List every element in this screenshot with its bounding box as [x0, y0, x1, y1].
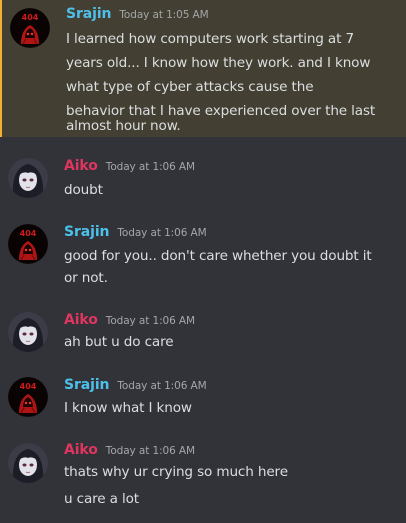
message-text: years old... I know how they work. and I…	[66, 55, 371, 71]
message-item[interactable]: 404 Srajin Today at 1:06 AM good for you…	[0, 216, 406, 298]
svg-text:404: 404	[20, 382, 37, 391]
message-item[interactable]: Aiko Today at 1:06 AM doubt	[0, 150, 406, 210]
aiko-avatar-icon[interactable]	[8, 443, 48, 483]
message-text: u care a lot	[64, 491, 139, 507]
message-item[interactable]: Aiko Today at 1:06 AM thats why ur cryin…	[0, 435, 406, 523]
svg-text:404: 404	[22, 13, 39, 22]
author-name[interactable]: Srajin	[66, 6, 112, 22]
author-name[interactable]: Srajin	[64, 224, 110, 240]
message-text: almost hour now.	[66, 118, 181, 134]
author-name[interactable]: Aiko	[64, 312, 98, 328]
srajin-avatar-icon[interactable]: 404	[8, 224, 48, 264]
message-timestamp: Today at 1:06 AM	[117, 227, 207, 239]
message-text: what type of cyber attacks cause the	[66, 79, 314, 95]
author-name[interactable]: Aiko	[64, 158, 98, 174]
message-text: I learned how computers work starting at…	[66, 31, 354, 47]
aiko-avatar-icon[interactable]	[8, 158, 48, 198]
message-timestamp: Today at 1:06 AM	[105, 445, 195, 457]
author-name[interactable]: Aiko	[64, 442, 98, 458]
message-text: or not.	[64, 270, 108, 286]
message-timestamp: Today at 1:06 AM	[117, 380, 207, 392]
srajin-avatar-icon[interactable]: 404	[10, 8, 50, 48]
message-item[interactable]: 404 Srajin Today at 1:05 AM I learned ho…	[0, 0, 406, 137]
message-text: I know what I know	[64, 400, 192, 416]
message-timestamp: Today at 1:05 AM	[119, 9, 209, 21]
chat-messages: 404 Srajin Today at 1:05 AM I learned ho…	[0, 0, 406, 523]
message-text: thats why ur crying so much here	[64, 464, 288, 480]
message-timestamp: Today at 1:06 AM	[105, 161, 195, 173]
aiko-avatar-icon[interactable]	[8, 312, 48, 352]
srajin-avatar-icon[interactable]: 404	[8, 377, 48, 417]
message-timestamp: Today at 1:06 AM	[105, 315, 195, 327]
message-item[interactable]: Aiko Today at 1:06 AM ah but u do care	[0, 304, 406, 364]
message-item[interactable]: 404 Srajin Today at 1:06 AM I know what …	[0, 369, 406, 429]
svg-text:404: 404	[20, 229, 37, 238]
message-text: ah but u do care	[64, 334, 174, 350]
message-text: good for you.. don't care whether you do…	[64, 248, 372, 264]
author-name[interactable]: Srajin	[64, 377, 110, 393]
message-text: doubt	[64, 182, 103, 198]
